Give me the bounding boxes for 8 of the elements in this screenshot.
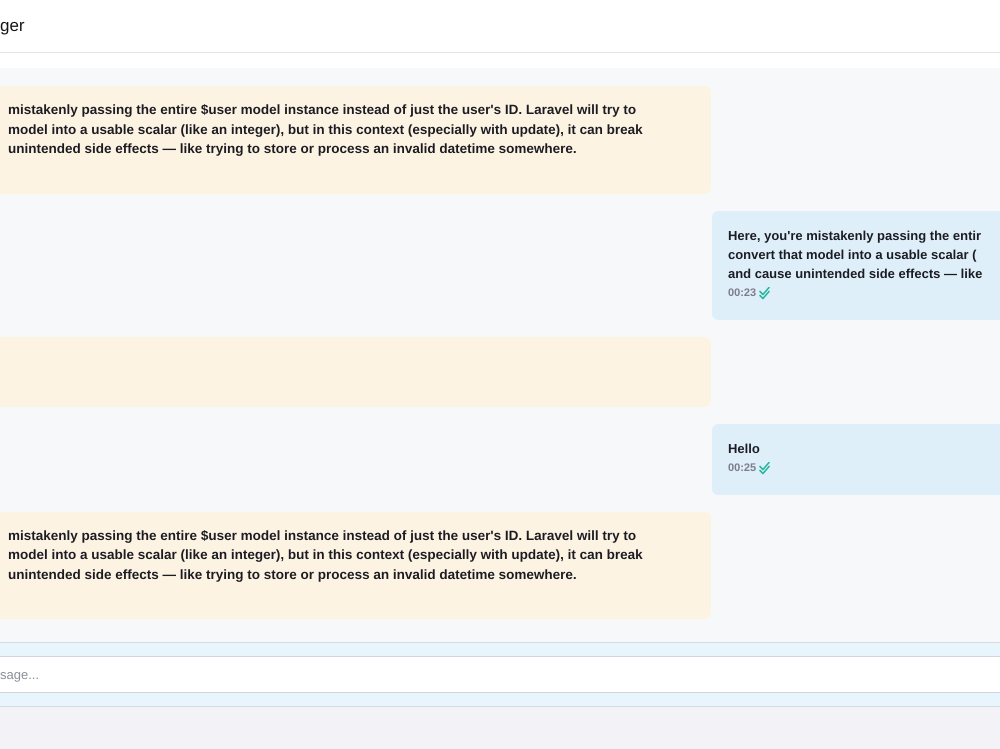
message-text: mistakenly passing the entire $user model instance instead of just the user's ID. Laravel will try to model into a usable scalar (like an integer), but in this context (especially with update), it can break unintended side effects — like trying to store or process an invalid datetime somewhere. (8, 101, 644, 158)
message-text: Hello (728, 440, 761, 458)
message-text: mistakenly passing the entire $user model instance instead of just the user's ID. Laravel will try to model into a usable scalar (like an integer), but in this context (especially with update), it can break unintended side effects — like trying to store or process an invalid datetime somewhere. (8, 526, 644, 584)
message-time: 00:23 (728, 286, 756, 301)
message-text: Here, you're mistakenly passing the entir convert that model into a usable scalar ( and cause unintended side effects — like (728, 226, 984, 282)
message-time: 00:25 (728, 460, 756, 476)
chat-title: ger (0, 16, 25, 36)
message-input[interactable]: sage... (0, 656, 1000, 693)
